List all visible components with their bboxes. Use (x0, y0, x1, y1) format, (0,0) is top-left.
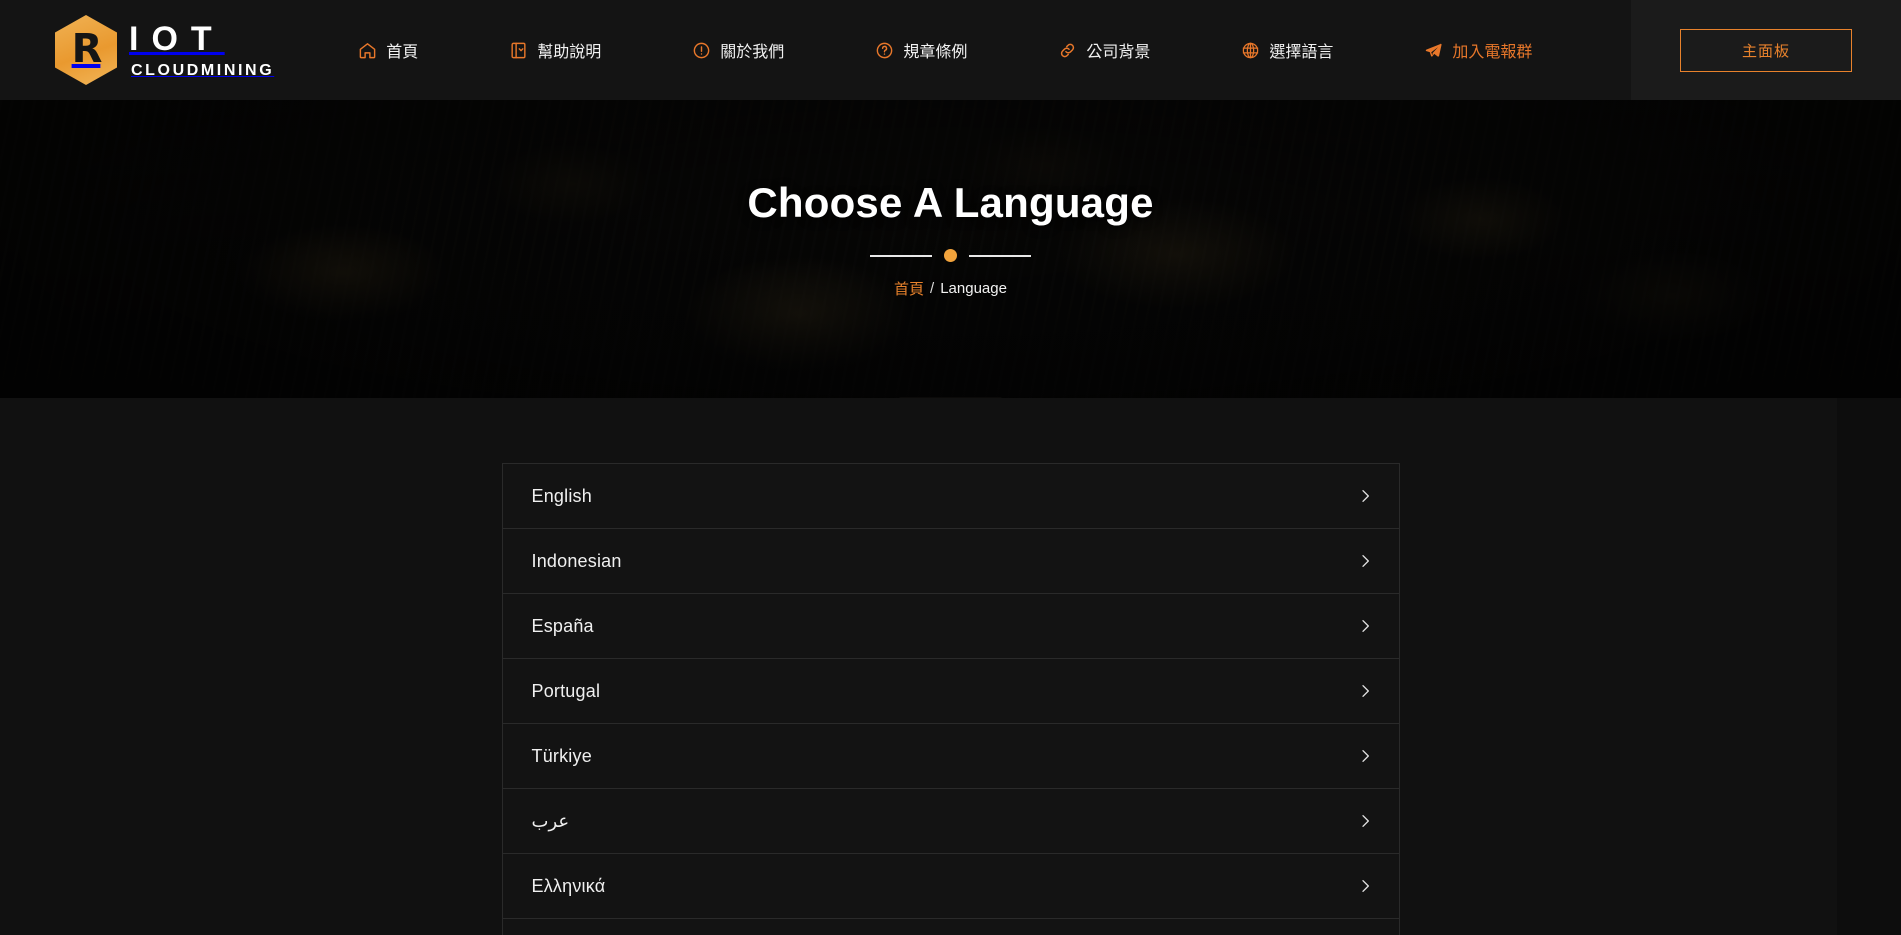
main-content: English Indonesian España Portugal Türki (0, 398, 1901, 935)
nav-item-home[interactable]: 首頁 (336, 38, 440, 62)
chevron-right-icon (1357, 553, 1373, 569)
breadcrumb: 首頁 / Language (894, 278, 1007, 299)
list-item[interactable]: España (503, 594, 1399, 659)
chevron-right-icon (1357, 488, 1373, 504)
nav-item-rules[interactable]: 規章條例 (853, 38, 989, 62)
nav-item-company[interactable]: 公司背景 (1036, 38, 1172, 62)
chevron-right-icon (1357, 618, 1373, 634)
site-header: R IOT CLOUDMINING 首頁 幫助說明 (0, 0, 1901, 100)
list-item[interactable]: Türkiye (503, 724, 1399, 789)
brand-name: IOT (129, 22, 274, 56)
breadcrumb-home-link[interactable]: 首頁 (894, 278, 924, 299)
language-label: Ελληνικά (532, 876, 606, 897)
divider-line-left (870, 255, 932, 257)
list-item[interactable]: عرب (503, 789, 1399, 854)
language-label: English (532, 486, 592, 507)
main-navigation: 首頁 幫助說明 關於我們 (336, 0, 1631, 100)
nav-label-home: 首頁 (386, 38, 418, 62)
nav-label-language: 選擇語言 (1269, 38, 1333, 62)
chevron-right-icon (1357, 813, 1373, 829)
riot-hexagon-icon: R (55, 15, 117, 85)
nav-item-language[interactable]: 選擇語言 (1219, 38, 1355, 62)
nav-label-telegram: 加入電報群 (1452, 38, 1532, 62)
language-label: Indonesian (532, 551, 622, 572)
breadcrumb-current: Language (940, 280, 1007, 297)
hero-banner: Choose A Language 首頁 / Language (0, 100, 1901, 398)
divider-dot (944, 249, 957, 262)
language-label: Portugal (532, 681, 601, 702)
list-item[interactable]: English (503, 464, 1399, 529)
dashboard-button[interactable]: 主面板 (1680, 29, 1852, 72)
telegram-icon (1424, 41, 1443, 60)
hero-bottom-notch (899, 397, 1003, 398)
right-gutter-strip (1837, 398, 1901, 935)
hero-divider (870, 249, 1031, 262)
page-title: Choose A Language (747, 179, 1153, 227)
list-item[interactable]: Indonesian (503, 529, 1399, 594)
nav-label-rules: 規章條例 (903, 38, 967, 62)
chevron-right-icon (1357, 878, 1373, 894)
home-icon (358, 41, 377, 60)
book-icon (509, 41, 528, 60)
list-item[interactable]: Ελληνικά (503, 854, 1399, 919)
breadcrumb-separator: / (930, 280, 934, 297)
nav-label-company: 公司背景 (1086, 38, 1150, 62)
language-label: عرب (532, 811, 570, 832)
nav-label-about: 關於我們 (720, 38, 784, 62)
nav-item-help[interactable]: 幫助說明 (487, 38, 623, 62)
language-list: English Indonesian España Portugal Türki (502, 463, 1400, 935)
nav-label-help: 幫助說明 (537, 38, 601, 62)
nav-item-telegram[interactable]: 加入電報群 (1402, 38, 1554, 62)
brand-mark-letter: R (72, 29, 101, 69)
list-item[interactable]: Portugal (503, 659, 1399, 724)
chevron-right-icon (1357, 683, 1373, 699)
question-icon (875, 41, 894, 60)
globe-icon (1241, 41, 1260, 60)
nav-item-about[interactable]: 關於我們 (670, 38, 806, 62)
header-cta-container: 主面板 (1631, 0, 1901, 100)
language-label: España (532, 616, 594, 637)
chevron-right-icon (1357, 748, 1373, 764)
list-item[interactable]: Русский (503, 919, 1399, 935)
brand-tagline: CLOUDMINING (131, 63, 274, 79)
info-icon (692, 41, 711, 60)
link-icon (1058, 41, 1077, 60)
brand-logo[interactable]: R IOT CLOUDMINING (55, 15, 274, 85)
divider-line-right (969, 255, 1031, 257)
language-label: Türkiye (532, 746, 592, 767)
